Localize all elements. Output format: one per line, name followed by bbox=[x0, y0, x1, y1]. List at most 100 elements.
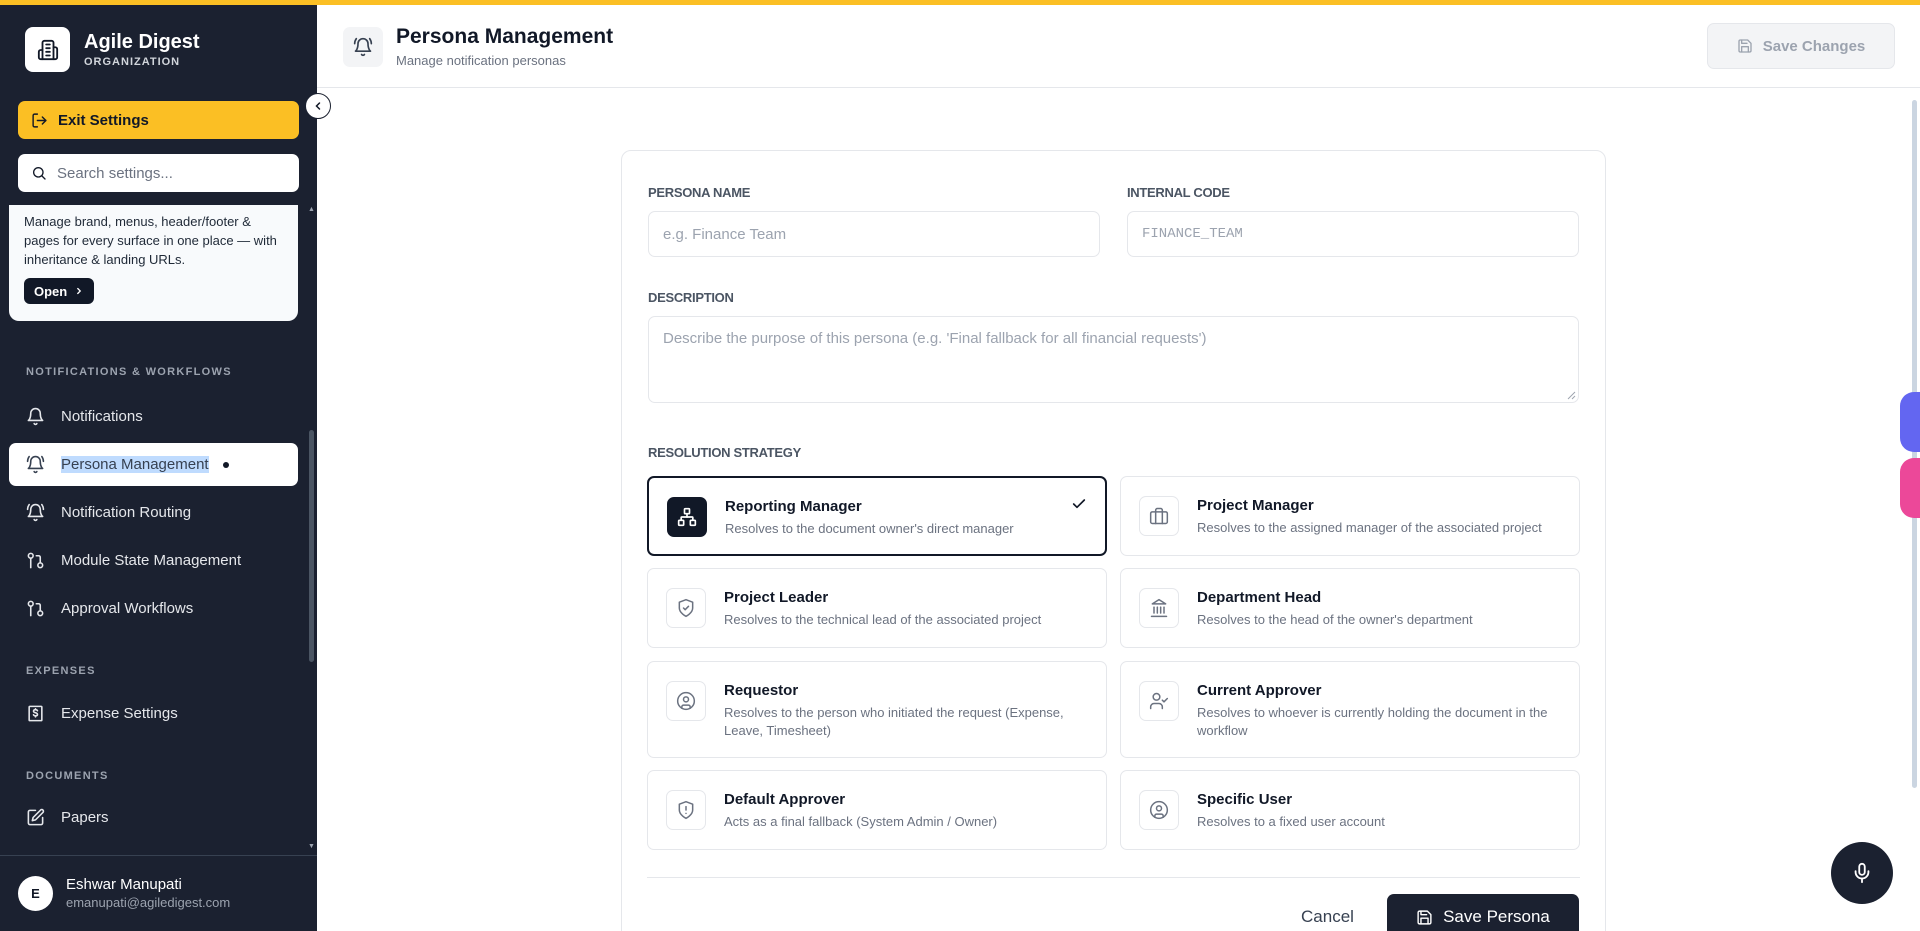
voice-assistant-button[interactable] bbox=[1831, 842, 1893, 904]
form-divider bbox=[647, 877, 1580, 878]
scroll-down-arrow-icon[interactable]: ▼ bbox=[308, 843, 315, 850]
persona-name-label: PERSONA NAME bbox=[648, 185, 751, 200]
collapse-sidebar-button[interactable] bbox=[305, 93, 331, 119]
sidebar-item-label: Module State Management bbox=[61, 552, 242, 569]
internal-code-input[interactable]: FINANCE_TEAM bbox=[1127, 211, 1579, 257]
strategy-option-reporting-manager[interactable]: Reporting Manager Resolves to the docume… bbox=[647, 476, 1107, 556]
sidebar-item-expense-settings[interactable]: Expense Settings bbox=[9, 692, 298, 735]
strategy-title: Current Approver bbox=[1197, 682, 1322, 699]
save-icon bbox=[1738, 39, 1752, 53]
strategy-title: Project Leader bbox=[724, 589, 829, 606]
building-icon bbox=[1139, 588, 1179, 628]
user-name: Eshwar Manupati bbox=[66, 876, 182, 893]
bell-ring-icon bbox=[343, 27, 383, 67]
strategy-desc: Resolves to the assigned manager of the … bbox=[1197, 520, 1542, 535]
side-widget-tab[interactable] bbox=[1900, 392, 1920, 452]
strategy-title: Department Head bbox=[1197, 589, 1322, 606]
search-icon bbox=[33, 167, 46, 180]
strategy-desc: Resolves to the person who initiated the… bbox=[724, 705, 1064, 738]
user-circle-icon bbox=[1139, 790, 1179, 830]
org-name: Agile Digest bbox=[84, 30, 200, 53]
git-pull-request-icon bbox=[27, 600, 44, 617]
page-subtitle: Manage notification personas bbox=[396, 53, 566, 68]
org-type: ORGANIZATION bbox=[84, 55, 181, 68]
section-title-documents: DOCUMENTS bbox=[26, 770, 109, 782]
save-icon bbox=[1417, 909, 1432, 925]
page-header: Persona Management Manage notification p… bbox=[317, 5, 1920, 88]
strategy-option-project-leader[interactable]: Project Leader Resolves to the technical… bbox=[647, 568, 1107, 648]
strategy-option-project-manager[interactable]: Project Manager Resolves to the assigned… bbox=[1120, 476, 1580, 556]
bell-ring-icon bbox=[26, 503, 45, 522]
strategy-option-department-head[interactable]: Department Head Resolves to the head of … bbox=[1120, 568, 1580, 648]
side-widget-tab[interactable] bbox=[1900, 458, 1920, 518]
sidebar-item-papers[interactable]: Papers bbox=[9, 796, 298, 839]
description-placeholder: Describe the purpose of this persona (e.… bbox=[663, 330, 1207, 347]
log-out-icon bbox=[32, 112, 47, 128]
bell-ring-icon bbox=[26, 455, 45, 474]
briefcase-icon bbox=[1139, 496, 1179, 536]
strategy-desc: Resolves to the head of the owner's depa… bbox=[1197, 612, 1473, 627]
strategy-desc: Resolves to the technical lead of the as… bbox=[724, 612, 1042, 627]
user-circle-icon bbox=[666, 681, 706, 721]
promo-text: Manage brand, menus, header/footer & pag… bbox=[24, 214, 277, 267]
user-email: emanupati@agiledigest.com bbox=[66, 895, 231, 910]
sidebar-item-persona-management[interactable]: Persona Management bbox=[9, 443, 298, 486]
sidebar-item-approval-workflows[interactable]: Approval Workflows bbox=[9, 587, 298, 630]
strategy-desc: Acts as a final fallback (System Admin /… bbox=[724, 814, 998, 829]
strategy-desc: Resolves to whoever is currently holding… bbox=[1197, 705, 1548, 738]
sidebar-item-label: Persona Management bbox=[61, 456, 209, 473]
sidebar-item-notification-routing[interactable]: Notification Routing bbox=[9, 491, 298, 534]
strategy-option-current-approver[interactable]: Current Approver Resolves to whoever is … bbox=[1120, 661, 1580, 758]
user-profile[interactable]: E Eshwar Manupati emanupati@agiledigest.… bbox=[0, 855, 317, 931]
strategy-option-requestor[interactable]: Requestor Resolves to the person who ini… bbox=[647, 661, 1107, 758]
top-accent-bar bbox=[0, 0, 1920, 5]
internal-code-label: INTERNAL CODE bbox=[1127, 185, 1230, 200]
sidebar-item-notifications[interactable]: Notifications bbox=[9, 395, 298, 438]
strategy-title: Project Manager bbox=[1197, 497, 1314, 514]
sidebar-item-label: Expense Settings bbox=[61, 705, 178, 722]
chevron-right-icon bbox=[77, 287, 82, 295]
exit-settings-label: Exit Settings bbox=[58, 111, 149, 129]
section-title-notifications: NOTIFICATIONS & WORKFLOWS bbox=[26, 366, 232, 378]
description-textarea[interactable]: Describe the purpose of this persona (e.… bbox=[648, 316, 1579, 403]
exit-settings-button[interactable]: Exit Settings bbox=[18, 101, 299, 139]
save-changes-button[interactable]: Save Changes bbox=[1707, 23, 1895, 69]
cancel-button[interactable]: Cancel bbox=[1290, 897, 1365, 931]
strategy-title: Default Approver bbox=[724, 791, 846, 808]
strategy-desc: Resolves to the document owner's direct … bbox=[725, 521, 1014, 536]
org-brand: Agile Digest ORGANIZATION bbox=[25, 27, 200, 72]
strategy-title: Requestor bbox=[724, 682, 799, 699]
save-persona-label: Save Persona bbox=[1443, 907, 1550, 926]
promo-open-button[interactable]: Open bbox=[24, 278, 95, 304]
user-check-icon bbox=[1139, 681, 1179, 721]
description-label: DESCRIPTION bbox=[648, 290, 734, 305]
strategy-title: Specific User bbox=[1197, 791, 1293, 808]
strategy-desc: Resolves to a fixed user account bbox=[1197, 814, 1385, 829]
section-title-expenses: EXPENSES bbox=[26, 665, 96, 677]
avatar: E bbox=[18, 876, 53, 911]
promo-card: Manage brand, menus, header/footer & pag… bbox=[9, 205, 298, 321]
shield-alert-icon bbox=[666, 790, 706, 830]
sidebar-item-label: Papers bbox=[61, 809, 109, 826]
receipt-dollar-icon bbox=[28, 705, 43, 722]
strategy-option-default-approver[interactable]: Default Approver Acts as a final fallbac… bbox=[647, 770, 1107, 850]
settings-search-input[interactable] bbox=[57, 164, 277, 182]
sidebar-scrollbar[interactable] bbox=[309, 430, 314, 662]
org-chart-icon bbox=[667, 497, 707, 537]
git-pull-request-icon bbox=[27, 552, 44, 569]
settings-sidebar: Agile Digest ORGANIZATION Exit Settings … bbox=[0, 0, 317, 931]
microphone-icon bbox=[1854, 862, 1870, 884]
strategy-option-specific-user[interactable]: Specific User Resolves to a fixed user a… bbox=[1120, 770, 1580, 850]
active-indicator-dot bbox=[222, 461, 229, 468]
file-edit-icon bbox=[27, 808, 45, 826]
chevron-left-icon bbox=[315, 102, 321, 110]
resize-grip-icon[interactable] bbox=[1566, 390, 1576, 400]
sidebar-item-label: Notifications bbox=[61, 408, 143, 425]
sidebar-item-label: Approval Workflows bbox=[61, 600, 194, 617]
scroll-up-arrow-icon[interactable]: ▲ bbox=[308, 206, 315, 213]
save-persona-button[interactable]: Save Persona bbox=[1387, 894, 1579, 931]
sidebar-item-module-state-management[interactable]: Module State Management bbox=[9, 539, 298, 582]
page-title: Persona Management bbox=[396, 25, 614, 48]
persona-name-input[interactable]: e.g. Finance Team bbox=[648, 211, 1100, 257]
settings-search[interactable] bbox=[18, 154, 299, 192]
